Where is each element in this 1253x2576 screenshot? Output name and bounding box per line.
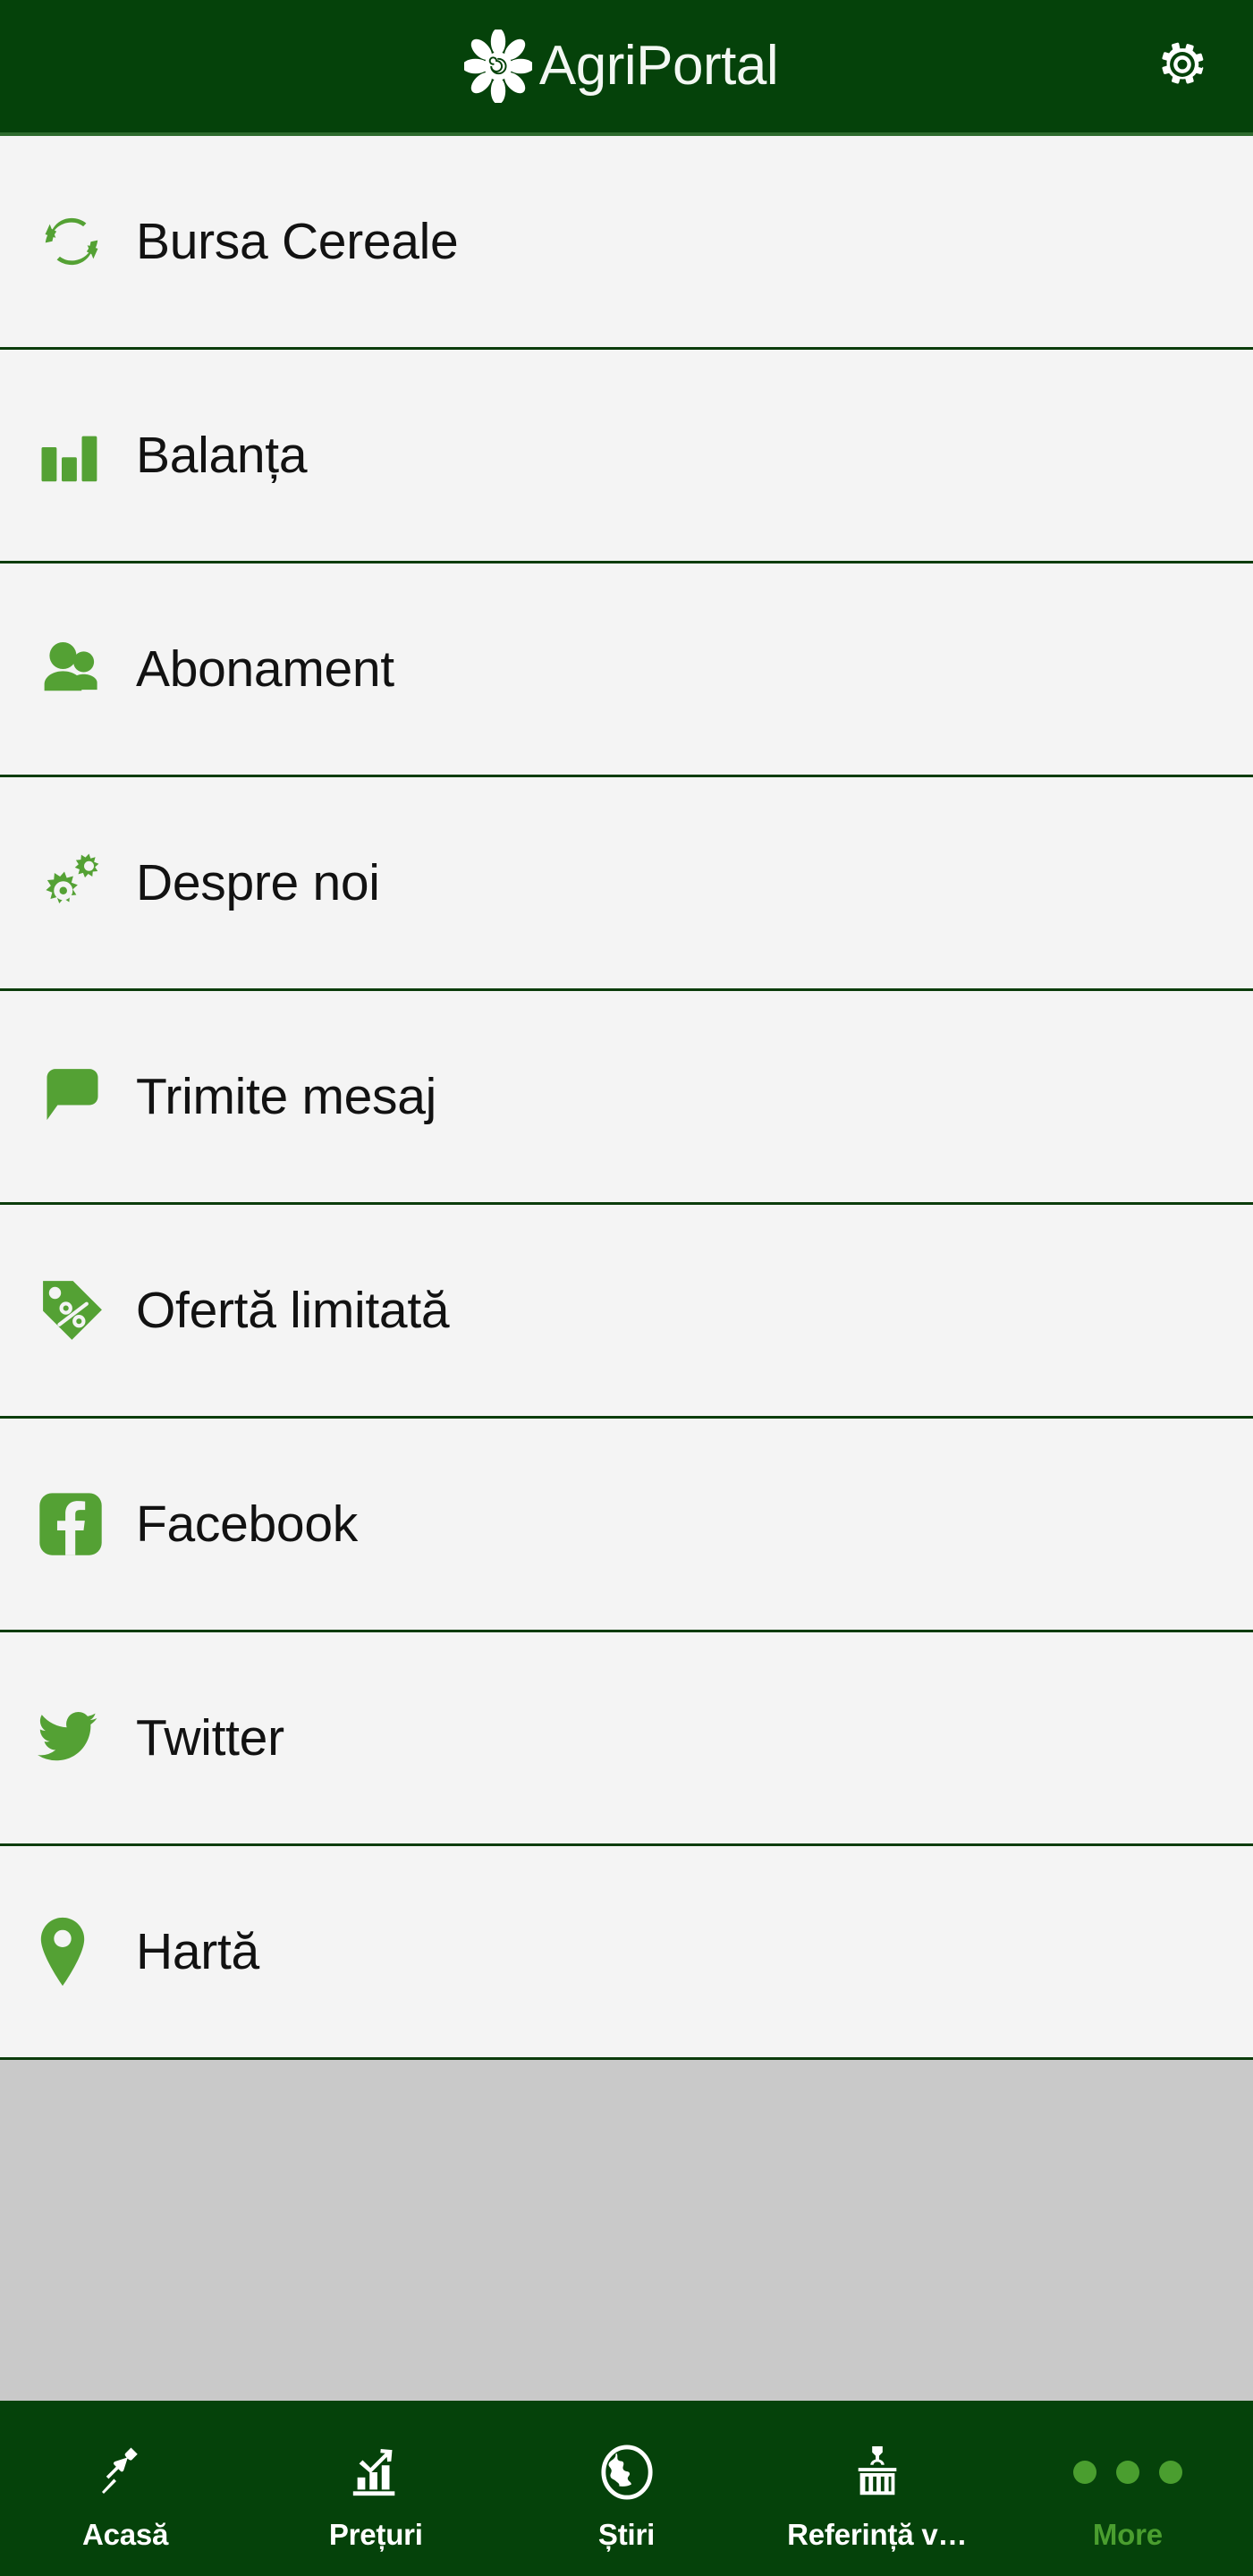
facebook-icon <box>38 1481 114 1567</box>
tab-referinta[interactable]: Referință v… <box>752 2401 1003 2576</box>
gears-icon <box>38 840 114 926</box>
app-header: AgriPortal <box>0 0 1253 136</box>
menu-item-abonament[interactable]: Abonament <box>0 564 1253 777</box>
tab-label: Știri <box>597 2517 656 2551</box>
tab-preturi[interactable]: Prețuri <box>250 2401 501 2576</box>
brand: AgriPortal <box>461 28 779 105</box>
tab-label: Referință v… <box>787 2517 968 2551</box>
menu-item-label: Twitter <box>136 1708 284 1767</box>
menu-item-bursa-cereale[interactable]: Bursa Cereale <box>0 136 1253 350</box>
speech-bubble-icon <box>38 1054 114 1140</box>
bar-chart-icon <box>38 412 114 498</box>
brand-second: Portal <box>636 35 779 97</box>
tab-label: Prețuri <box>328 2517 423 2551</box>
empty-space <box>0 2060 1253 2401</box>
tab-stiri[interactable]: Știri <box>501 2401 751 2576</box>
menu-item-label: Bursa Cereale <box>136 212 459 270</box>
chart-arrow-up-icon <box>348 2437 403 2507</box>
price-tag-percent-icon <box>38 1267 114 1353</box>
tab-label: More <box>1092 2517 1163 2551</box>
tab-acasa[interactable]: Acasă <box>0 2401 250 2576</box>
tab-label: Acasă <box>81 2517 169 2551</box>
menu-item-label: Ofertă limitată <box>136 1281 450 1339</box>
ellipsis-dots-icon <box>1072 2437 1182 2507</box>
shipping-container-icon <box>850 2437 905 2507</box>
menu-item-label: Hartă <box>136 1922 259 1980</box>
main-menu-list: Bursa Cereale Balanța Abonament Despre n… <box>0 136 1253 2060</box>
menu-item-balanta[interactable]: Balanța <box>0 350 1253 564</box>
menu-item-despre-noi[interactable]: Despre noi <box>0 777 1253 991</box>
dot <box>1072 2460 1096 2484</box>
app-root: AgriPortal Bursa Cereale Balanța Aboname… <box>0 0 1253 2576</box>
menu-item-label: Balanța <box>136 426 308 484</box>
settings-button[interactable] <box>1153 37 1212 96</box>
menu-item-oferta-limitata[interactable]: Ofertă limitată <box>0 1205 1253 1419</box>
menu-item-label: Abonament <box>136 640 394 698</box>
refresh-exchange-icon <box>38 199 114 284</box>
menu-item-label: Facebook <box>136 1495 358 1553</box>
ellipsis-dots <box>1072 2460 1182 2484</box>
globe-icon <box>599 2437 655 2507</box>
menu-item-trimite-mesaj[interactable]: Trimite mesaj <box>0 991 1253 1205</box>
dot <box>1115 2460 1139 2484</box>
gear-icon <box>1155 37 1210 97</box>
pushpin-icon <box>97 2437 154 2507</box>
menu-item-harta[interactable]: Hartă <box>0 1846 1253 2060</box>
menu-item-twitter[interactable]: Twitter <box>0 1632 1253 1846</box>
brand-first: Agri <box>538 35 637 97</box>
dot <box>1158 2460 1182 2484</box>
menu-item-label: Despre noi <box>136 853 380 911</box>
twitter-bird-icon <box>38 1695 114 1781</box>
map-pin-icon <box>38 1909 114 1995</box>
bottom-tab-bar: Acasă Prețuri Știri Referință v… More <box>0 2401 1253 2576</box>
flower-logo-icon <box>461 28 535 105</box>
tab-more[interactable]: More <box>1003 2401 1253 2576</box>
app-title: AgriPortal <box>538 35 779 97</box>
users-icon <box>38 626 114 712</box>
menu-item-label: Trimite mesaj <box>136 1067 437 1125</box>
menu-item-facebook[interactable]: Facebook <box>0 1419 1253 1632</box>
